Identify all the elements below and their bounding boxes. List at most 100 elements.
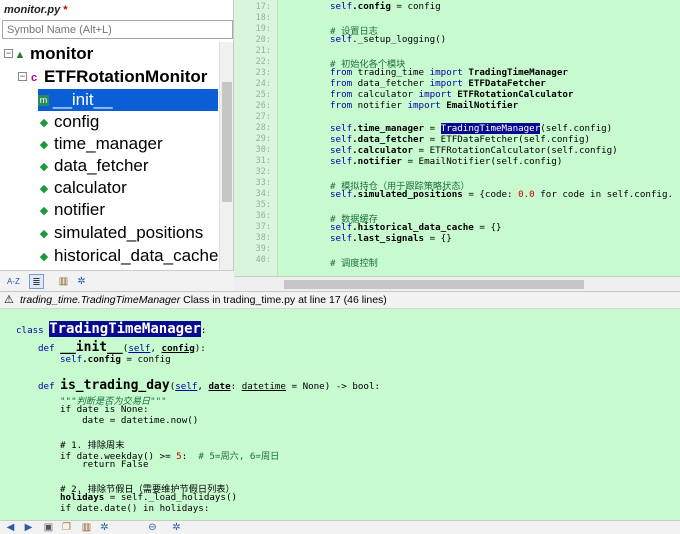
copy-icon[interactable]: ❐: [60, 522, 73, 534]
code-text: :: [230, 381, 242, 392]
code-text: calculator: [352, 89, 419, 100]
code-line: self.simulated_positions = {code: 0.0 fo…: [330, 189, 673, 200]
documentation-icon: ⚠: [4, 294, 14, 306]
line-number: 31:: [255, 156, 271, 166]
symbol-search-input[interactable]: [2, 20, 233, 39]
keyword: import: [407, 100, 441, 111]
tree-item-attribute[interactable]: ◆ config: [38, 111, 100, 133]
code-comment: # 5=周六, 6=周日: [198, 451, 280, 462]
line-number: 23:: [255, 68, 271, 78]
documentation-header: ⚠ trading_time.TradingTimeManager Class …: [0, 291, 680, 309]
doc-line: def __init__(self, config):: [38, 340, 206, 355]
editor-horizontal-scrollbar[interactable]: [234, 276, 680, 291]
list-view-icon[interactable]: ≣: [29, 274, 44, 289]
tree-item-label: config: [54, 112, 100, 131]
code-text: = {code:: [462, 189, 519, 200]
outline-tab-title[interactable]: monitor.py *: [4, 4, 68, 16]
self-token: self: [60, 354, 83, 365]
tree-item-module[interactable]: ▲ monitor: [14, 43, 94, 65]
line-number: 35:: [255, 200, 271, 210]
param-token: date: [208, 381, 231, 392]
code-line: from notifier import EmailNotifier: [330, 100, 518, 111]
scrollbar-thumb[interactable]: [222, 82, 232, 202]
code-text: = EmailNotifier(self.config): [401, 156, 563, 167]
line-number: 38:: [255, 233, 271, 243]
outline-panel: monitor.py * − ▲ monitor − c ETFRotationMo…: [0, 0, 234, 291]
self-token: self: [128, 343, 151, 354]
tree-item-label: ETFRotationMonitor: [44, 67, 208, 86]
line-number: 29:: [255, 134, 271, 144]
code-comment: # 调度控制: [330, 258, 378, 269]
forward-icon[interactable]: ▶: [22, 522, 35, 534]
code-text: ,: [197, 381, 209, 392]
property-token: holidays: [60, 492, 105, 503]
tree-item-attribute[interactable]: ◆ historical_data_cache: [38, 245, 219, 267]
module-icon: ▲: [14, 48, 26, 61]
attribute-icon: ◆: [39, 250, 49, 263]
file-name: monitor.py: [4, 4, 61, 16]
book-icon[interactable]: ▥: [56, 274, 71, 289]
tree-item-class[interactable]: c ETFRotationMonitor: [28, 66, 207, 88]
gear-icon[interactable]: ✲: [170, 522, 183, 534]
tree-item-label: calculator: [54, 178, 127, 197]
gear-icon[interactable]: ✲: [74, 274, 89, 289]
line-number: 19:: [255, 24, 271, 34]
self-token: self: [330, 34, 353, 45]
code-text: :: [200, 325, 207, 336]
code-text: = ETFDataFetcher(self.config): [424, 134, 591, 145]
line-number: 26:: [255, 101, 271, 111]
doc-line: class TradingTimeManager:: [16, 321, 206, 337]
tree-item-attribute[interactable]: ◆ notifier: [38, 199, 105, 221]
documentation-toolbar: ◀ ▶ ▣ ❐ ▥ ✲ ⊖ ✲: [0, 520, 680, 534]
keyword: from: [330, 78, 353, 89]
tree-item-attribute[interactable]: ◆ simulated_positions: [38, 222, 204, 244]
keyword: from: [330, 89, 353, 100]
self-token: self: [330, 222, 353, 233]
code-text: = ETFRotationCalculator(self.config): [413, 145, 618, 156]
number-token: 0.0: [518, 189, 535, 200]
tree-item-attribute[interactable]: ◆ data_fetcher: [38, 155, 149, 177]
collapse-icon[interactable]: −: [18, 72, 27, 81]
code-text: =: [424, 123, 441, 134]
self-token: self: [330, 1, 353, 12]
code-text: = None) -> bool:: [285, 381, 381, 392]
line-number: 30:: [255, 145, 271, 155]
line-number: 17:: [255, 2, 271, 12]
tree-item-attribute[interactable]: ◆ time_manager: [38, 133, 163, 155]
doc-line: def is_trading_day(self, date: datetime …: [38, 378, 380, 393]
tree-item-label: time_manager: [54, 134, 163, 153]
tree-scrollbar[interactable]: [219, 42, 233, 270]
dirty-marker: *: [63, 4, 68, 16]
lock-icon[interactable]: ⊖: [146, 522, 159, 534]
line-number: 32:: [255, 167, 271, 177]
book-icon[interactable]: ▥: [80, 522, 93, 534]
highlighted-symbol[interactable]: TradingTimeManager: [440, 123, 541, 134]
attribute-icon: ◆: [39, 182, 49, 195]
code-editor[interactable]: 17: 18: 19: 20: 21: 22: 23: 24: 25: 26: …: [234, 0, 680, 291]
collapse-icon[interactable]: −: [4, 49, 13, 58]
tree-item-attribute[interactable]: ◆ calculator: [38, 177, 127, 199]
code-text: = self._load_holidays(): [104, 492, 238, 503]
doc-line: holidays = self._load_holidays(): [60, 492, 237, 503]
line-number: 25:: [255, 90, 271, 100]
code-text: = {}: [473, 222, 502, 233]
code-line: self.data_fetcher = ETFDataFetcher(self.…: [330, 134, 590, 145]
code-text: trading_time: [352, 67, 430, 78]
scrollbar-thumb[interactable]: [284, 280, 584, 289]
code-text: = config: [390, 1, 441, 12]
line-number: 22:: [255, 57, 271, 67]
settings-icon[interactable]: ✲: [98, 522, 111, 534]
doc-line: return False: [60, 459, 149, 470]
back-icon[interactable]: ◀: [4, 522, 17, 534]
tree-item-label: data_fetcher: [54, 156, 149, 175]
code-line: from calculator import ETFRotationCalcul…: [330, 89, 573, 100]
property-token: .simulated_positions: [352, 189, 463, 200]
type-token: datetime: [241, 381, 286, 392]
self-token: self: [330, 233, 353, 244]
keyword: class: [16, 325, 50, 336]
keyword: def: [38, 343, 61, 354]
save-icon[interactable]: ▣: [42, 522, 55, 534]
line-number: 33:: [255, 178, 271, 188]
sort-az-icon[interactable]: A-Z: [6, 274, 21, 289]
tree-item-method-selected[interactable]: m __init__: [38, 89, 218, 111]
